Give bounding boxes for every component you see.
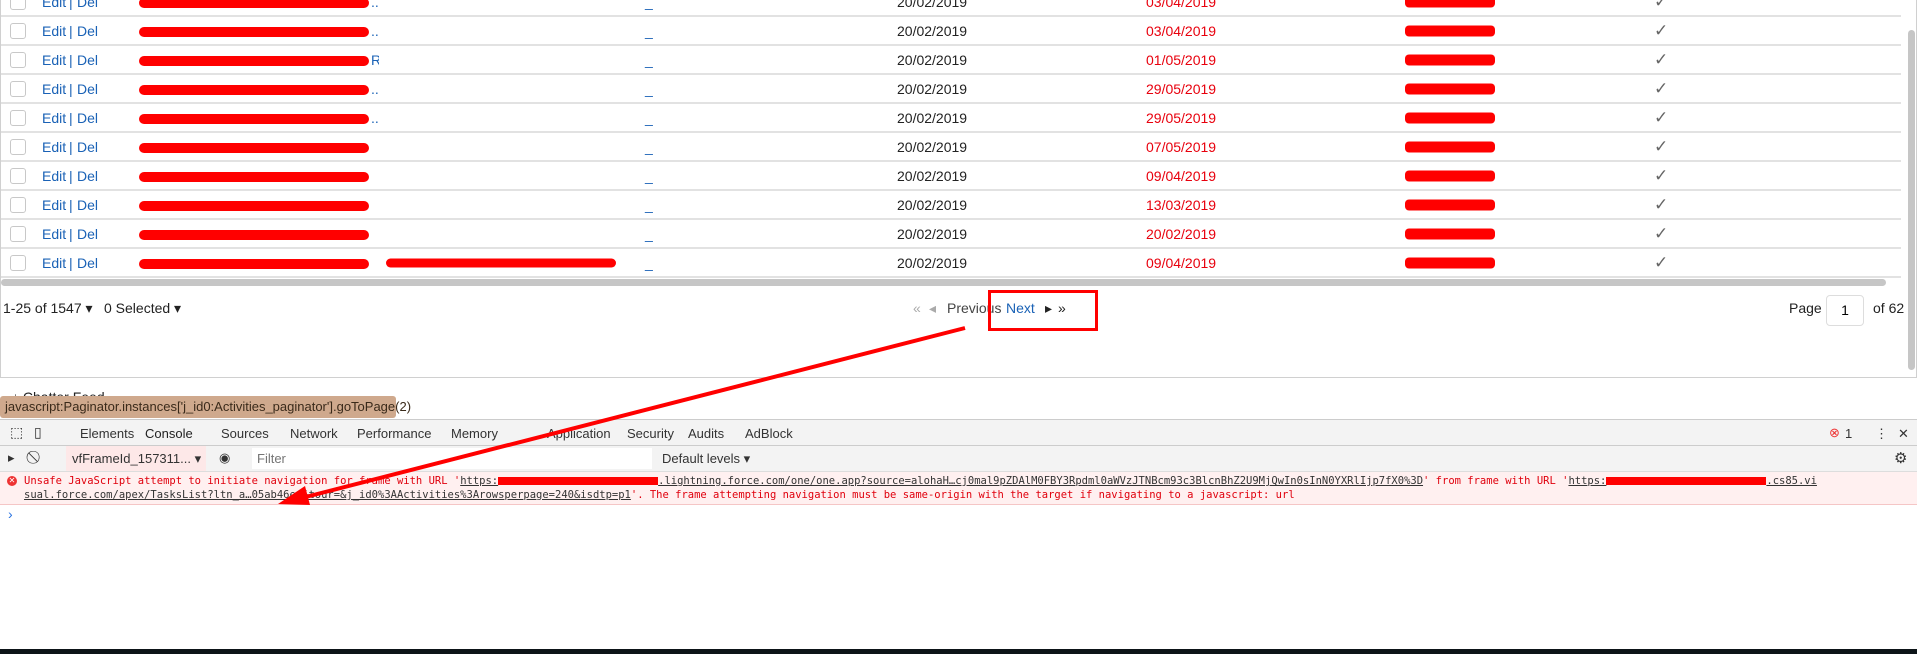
annotation-arrow: [278, 326, 966, 505]
